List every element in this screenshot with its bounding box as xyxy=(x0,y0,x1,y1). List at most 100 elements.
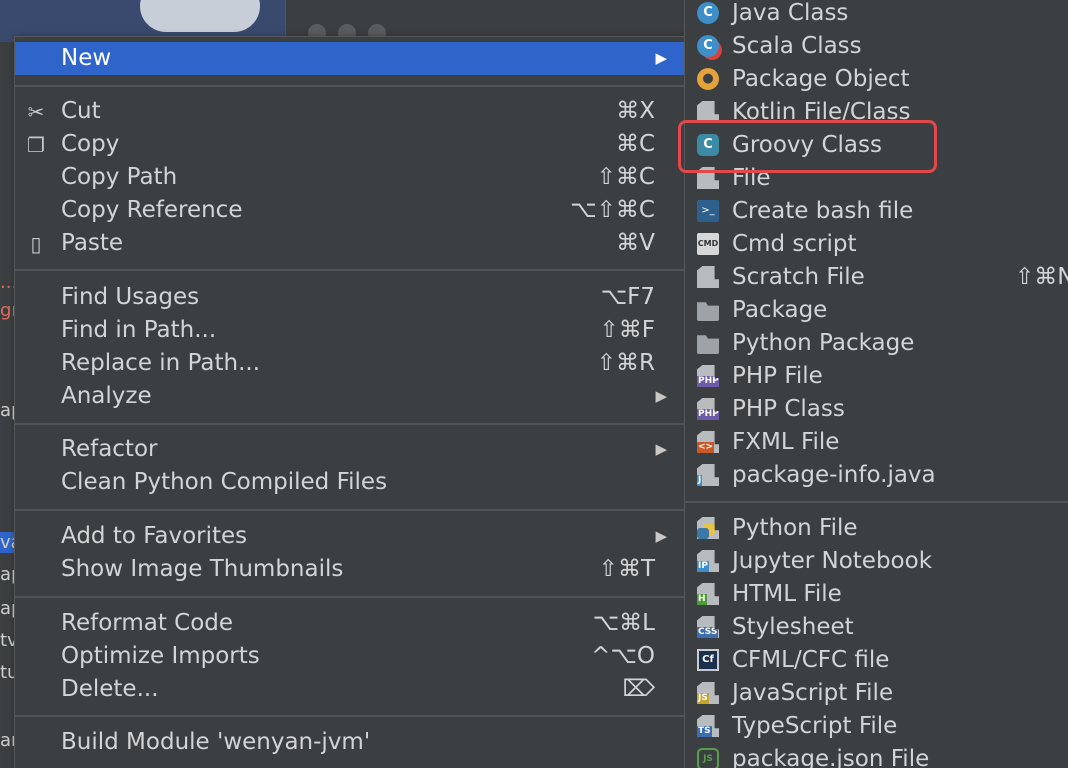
clipboard-icon: ▯ xyxy=(30,232,42,256)
submenu-item-label: Stylesheet xyxy=(732,614,854,640)
submenu-item-label: package-info.java xyxy=(732,462,936,488)
menu-item-label: Find Usages xyxy=(61,284,200,310)
submenu-item-scala-class[interactable]: C Scala Class xyxy=(685,30,1068,63)
submenu-item-scratch-file[interactable]: Scratch File ⇧⌘N xyxy=(685,261,1068,294)
menu-item-label: Reformat Code xyxy=(61,610,234,636)
copy-icon: ❐ xyxy=(27,133,45,157)
submenu-item-php-file[interactable]: PHP PHP File xyxy=(685,360,1068,393)
submenu-item-jupyter-notebook[interactable]: IP Jupyter Notebook xyxy=(685,545,1068,578)
menu-item-refactor[interactable]: Refactor ▶ xyxy=(15,433,685,466)
submenu-item-label: Jupyter Notebook xyxy=(732,548,933,574)
submenu-item-label: Scratch File xyxy=(732,264,865,290)
package-object-icon: ● xyxy=(697,68,719,90)
html-file-icon: H xyxy=(697,583,719,605)
menu-item-label: Replace in Path... xyxy=(61,350,261,376)
menu-item-reformat-code[interactable]: Reformat Code ⌥⌘L xyxy=(15,607,685,640)
menu-separator xyxy=(15,269,685,271)
screen: ... gr ap va ap ap tv tu ar New ▶ ✂ Cut … xyxy=(0,0,1068,768)
menu-item-label: Add to Favorites xyxy=(61,523,248,549)
menu-item-shortcut: ⌥F7 xyxy=(600,284,655,310)
menu-separator xyxy=(15,423,685,425)
menu-item-shortcut: ⇧⌘C xyxy=(596,164,655,190)
menu-item-optimize-imports[interactable]: Optimize Imports ^⌥O xyxy=(15,640,685,673)
jupyter-badge: IP xyxy=(697,561,709,572)
submenu-item-fxml-file[interactable]: <> FXML File xyxy=(685,426,1068,459)
submenu-separator xyxy=(685,501,1068,503)
menu-item-delete[interactable]: Delete... ⌦ xyxy=(15,673,685,706)
submenu-arrow-icon: ▶ xyxy=(655,527,667,545)
python-file-icon xyxy=(697,517,719,539)
python-badge xyxy=(697,528,709,539)
nodejs-icon: JS xyxy=(697,748,719,768)
menu-item-label: Cut xyxy=(61,98,101,124)
menu-item-label: Paste xyxy=(61,230,124,256)
submenu-item-label: PHP Class xyxy=(732,396,845,422)
menu-item-find-in-path[interactable]: Find in Path... ⇧⌘F xyxy=(15,314,685,347)
menu-item-find-usages[interactable]: Find Usages ⌥F7 xyxy=(15,281,685,314)
python-package-icon xyxy=(697,335,719,354)
submenu-item-cfml-file[interactable]: Cf CFML/CFC file xyxy=(685,644,1068,677)
js-file-icon: JS xyxy=(697,682,719,704)
menu-item-show-image-thumbnails[interactable]: Show Image Thumbnails ⇧⌘T xyxy=(15,553,685,586)
php-badge: PHP xyxy=(697,376,719,387)
menu-item-shortcut: ⇧⌘T xyxy=(598,556,655,582)
submenu-item-label: Python Package xyxy=(732,330,915,356)
submenu-arrow-icon: ▶ xyxy=(655,440,667,458)
menu-item-replace-in-path[interactable]: Replace in Path... ⇧⌘R xyxy=(15,347,685,380)
submenu-item-typescript-file[interactable]: TS TypeScript File xyxy=(685,710,1068,743)
submenu-item-cmd-script[interactable]: CMD Cmd script xyxy=(685,228,1068,261)
menu-item-clean-python-compiled[interactable]: Clean Python Compiled Files xyxy=(15,466,685,499)
submenu-item-package-info-java[interactable]: J package-info.java xyxy=(685,459,1068,492)
menu-item-label: Delete... xyxy=(61,676,159,702)
menu-item-label: Copy Reference xyxy=(61,197,243,223)
bash-icon: >_ xyxy=(697,200,719,222)
submenu-item-package-json-file[interactable]: JS package.json File xyxy=(685,743,1068,768)
panel-fragment-text: tv xyxy=(0,630,14,651)
submenu-item-label: Create bash file xyxy=(732,198,914,224)
menu-item-paste[interactable]: ▯ Paste ⌘V xyxy=(15,227,685,260)
js-badge: JS xyxy=(697,693,709,704)
menu-item-copy-path[interactable]: Copy Path ⇧⌘C xyxy=(15,161,685,194)
panel-fragment-text: ar xyxy=(0,730,14,751)
css-badge: CSS xyxy=(697,627,719,638)
submenu-item-stylesheet[interactable]: CSS Stylesheet xyxy=(685,611,1068,644)
scissors-icon: ✂ xyxy=(27,100,45,124)
panel-fragment-text: va xyxy=(0,532,14,553)
menu-item-shortcut: ⌘V xyxy=(616,230,655,256)
java-file-icon: J xyxy=(697,464,719,486)
submenu-item-python-file[interactable]: Python File xyxy=(685,512,1068,545)
submenu-item-javascript-file[interactable]: JS JavaScript File xyxy=(685,677,1068,710)
submenu-item-html-file[interactable]: H HTML File xyxy=(685,578,1068,611)
package-folder-icon xyxy=(697,302,719,321)
submenu-item-label: Java Class xyxy=(732,0,849,26)
menu-item-copy-reference[interactable]: Copy Reference ⌥⇧⌘C xyxy=(15,194,685,227)
submenu-item-java-class[interactable]: C Java Class xyxy=(685,0,1068,30)
project-panel-edge: ... gr ap va ap ap tv tu ar xyxy=(0,42,14,768)
submenu-item-create-bash-file[interactable]: >_ Create bash file xyxy=(685,195,1068,228)
submenu-item-label: PHP File xyxy=(732,363,823,389)
menu-item-label: New xyxy=(61,45,112,71)
menu-item-label: Optimize Imports xyxy=(61,643,260,669)
menu-item-build-module[interactable]: Build Module 'wenyan-jvm' xyxy=(15,726,685,759)
menu-item-label: Refactor xyxy=(61,436,158,462)
menu-item-cut[interactable]: ✂ Cut ⌘X xyxy=(15,95,685,128)
submenu-item-label: Cmd script xyxy=(732,231,857,257)
menu-item-analyze[interactable]: Analyze ▶ xyxy=(15,380,685,413)
menu-separator xyxy=(15,509,685,511)
submenu-item-package-object[interactable]: ● Package Object xyxy=(685,63,1068,96)
css-file-icon: CSS xyxy=(697,616,719,638)
menu-item-add-to-favorites[interactable]: Add to Favorites ▶ xyxy=(15,520,685,553)
submenu-item-label: HTML File xyxy=(732,581,842,607)
menu-item-new[interactable]: New ▶ xyxy=(15,42,685,75)
panel-fragment-text: ap xyxy=(0,400,14,421)
submenu-item-python-package[interactable]: Python Package xyxy=(685,327,1068,360)
fxml-badge: <> xyxy=(697,442,715,453)
menu-item-copy[interactable]: ❐ Copy ⌘C xyxy=(15,128,685,161)
panel-fragment-text: tu xyxy=(0,662,14,683)
ts-badge: TS xyxy=(697,726,712,737)
submenu-item-php-class[interactable]: PHP PHP Class xyxy=(685,393,1068,426)
java-badge: J xyxy=(697,475,703,486)
submenu-item-package[interactable]: Package xyxy=(685,294,1068,327)
scala-class-icon: C xyxy=(697,35,719,57)
fxml-file-icon: <> xyxy=(697,431,719,453)
